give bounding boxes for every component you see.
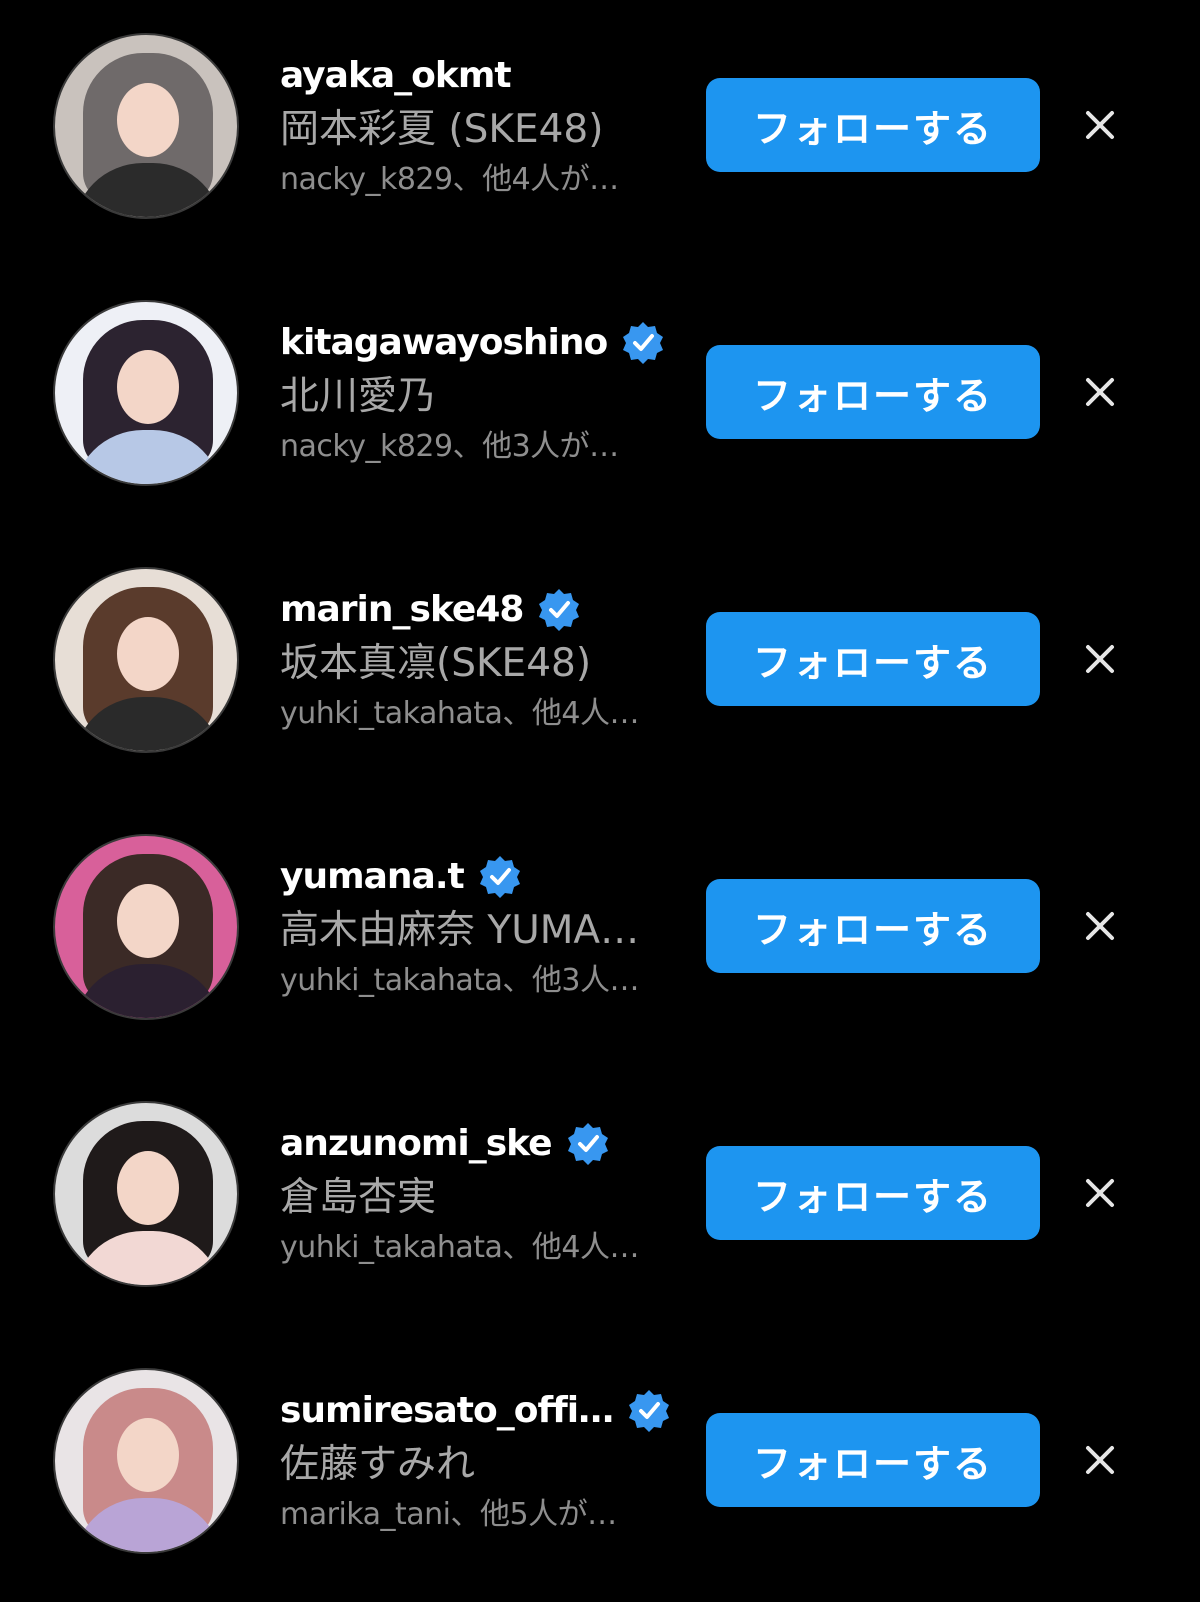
- suggestion-row: yumana.t 高木由麻奈 YUMA… yuhki_takahata、他3人……: [0, 801, 1200, 1068]
- mutual-followers-text: yuhki_takahata、他3人…: [280, 963, 640, 998]
- avatar-photo-face: [117, 884, 179, 958]
- username[interactable]: kitagawayoshino: [280, 322, 608, 363]
- display-name: 坂本真凛(SKE48): [280, 641, 592, 686]
- suggestion-row: ayaka_okmt 岡本彩夏 (SKE48) nacky_k829、他4人が……: [0, 0, 1200, 267]
- verified-badge-icon: [567, 1123, 608, 1165]
- display-name: 佐藤すみれ: [280, 1442, 476, 1487]
- account-info: sumiresato_offi… 佐藤すみれ marika_tani、他5人が…: [280, 1387, 675, 1535]
- username-line: yumana.t: [280, 853, 675, 899]
- avatar-photo-face: [117, 1418, 179, 1492]
- suggested-accounts-list: ayaka_okmt 岡本彩夏 (SKE48) nacky_k829、他4人が……: [0, 0, 1200, 1600]
- close-icon[interactable]: [1078, 103, 1122, 147]
- close-icon[interactable]: [1078, 1438, 1122, 1482]
- follow-button[interactable]: フォローする: [706, 1413, 1040, 1507]
- avatar-photo-face: [117, 1151, 179, 1225]
- avatar[interactable]: [53, 33, 239, 219]
- display-name: 岡本彩夏 (SKE48): [280, 107, 604, 152]
- mutual-followers-text: yuhki_takahata、他4人…: [280, 1230, 640, 1265]
- suggestion-row: sumiresato_offi… 佐藤すみれ marika_tani、他5人が……: [0, 1335, 1200, 1602]
- account-info: yumana.t 高木由麻奈 YUMA… yuhki_takahata、他3人…: [280, 853, 675, 1001]
- username-line: anzunomi_ske: [280, 1120, 675, 1166]
- username[interactable]: anzunomi_ske: [280, 1123, 553, 1164]
- mutual-followers-text: marika_tani、他5人が…: [280, 1497, 617, 1532]
- username-line: sumiresato_offi…: [280, 1387, 675, 1433]
- mutual-followers-text: nacky_k829、他3人が…: [280, 429, 619, 464]
- username[interactable]: yumana.t: [280, 856, 465, 897]
- verified-badge-icon: [479, 856, 520, 898]
- account-info: ayaka_okmt 岡本彩夏 (SKE48) nacky_k829、他4人が…: [280, 52, 675, 200]
- username-line: kitagawayoshino: [280, 319, 675, 365]
- account-info: marin_ske48 坂本真凛(SKE48) yuhki_takahata、他…: [280, 586, 675, 734]
- avatar[interactable]: [53, 300, 239, 486]
- verified-badge-icon: [539, 589, 580, 631]
- username[interactable]: ayaka_okmt: [280, 55, 512, 96]
- avatar-photo-face: [117, 617, 179, 691]
- close-icon[interactable]: [1078, 904, 1122, 948]
- display-name: 北川愛乃: [280, 374, 437, 419]
- close-icon[interactable]: [1078, 370, 1122, 414]
- avatar[interactable]: [53, 834, 239, 1020]
- verified-badge-icon: [629, 1390, 670, 1432]
- username-line: marin_ske48: [280, 586, 675, 632]
- username[interactable]: sumiresato_offi…: [280, 1390, 614, 1431]
- display-name: 倉島杏実: [280, 1175, 437, 1220]
- verified-badge-icon: [623, 322, 664, 364]
- account-info: anzunomi_ske 倉島杏実 yuhki_takahata、他4人…: [280, 1120, 675, 1268]
- follow-button[interactable]: フォローする: [706, 78, 1040, 172]
- suggestion-row: marin_ske48 坂本真凛(SKE48) yuhki_takahata、他…: [0, 534, 1200, 801]
- display-name: 高木由麻奈 YUMA…: [280, 908, 640, 953]
- avatar-photo-face: [117, 83, 179, 157]
- mutual-followers-text: nacky_k829、他4人が…: [280, 162, 619, 197]
- avatar-photo-face: [117, 350, 179, 424]
- suggestion-row: anzunomi_ske 倉島杏実 yuhki_takahata、他4人… フォ…: [0, 1068, 1200, 1335]
- follow-button[interactable]: フォローする: [706, 879, 1040, 973]
- username[interactable]: marin_ske48: [280, 589, 524, 630]
- follow-button[interactable]: フォローする: [706, 612, 1040, 706]
- close-icon[interactable]: [1078, 637, 1122, 681]
- follow-button[interactable]: フォローする: [706, 1146, 1040, 1240]
- avatar[interactable]: [53, 1368, 239, 1554]
- close-icon[interactable]: [1078, 1171, 1122, 1215]
- follow-button[interactable]: フォローする: [706, 345, 1040, 439]
- avatar[interactable]: [53, 567, 239, 753]
- avatar[interactable]: [53, 1101, 239, 1287]
- suggestion-row: kitagawayoshino 北川愛乃 nacky_k829、他3人が… フォ…: [0, 267, 1200, 534]
- username-line: ayaka_okmt: [280, 52, 675, 98]
- account-info: kitagawayoshino 北川愛乃 nacky_k829、他3人が…: [280, 319, 675, 467]
- mutual-followers-text: yuhki_takahata、他4人…: [280, 696, 640, 731]
